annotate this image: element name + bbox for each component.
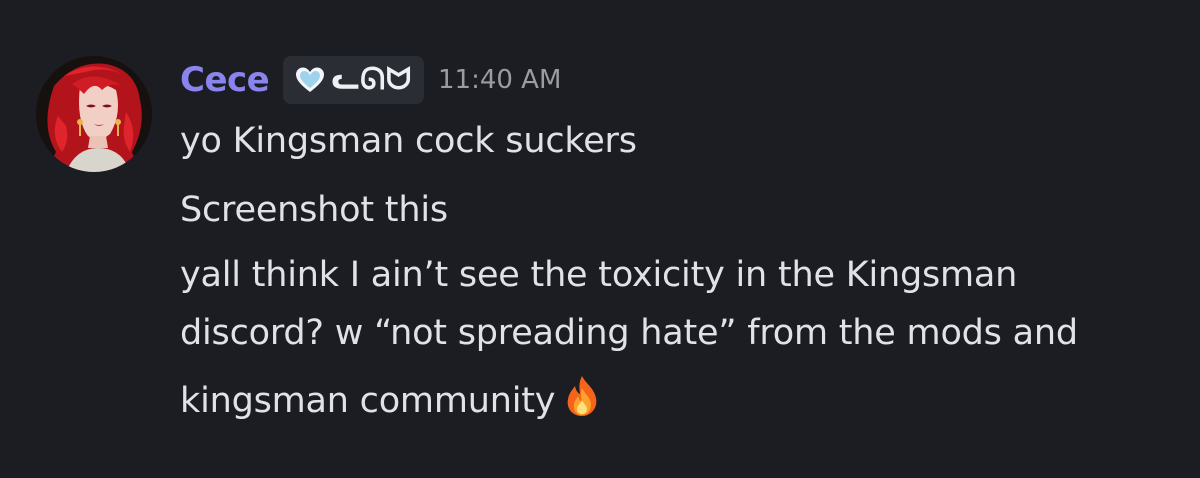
avatar-image (36, 56, 152, 172)
message-line-with-emoji: kingsman community (180, 374, 603, 425)
message-line: yall think I ain’t see the toxicity in t… (180, 255, 1018, 295)
tag-text: ᓚᘏᗢ (331, 62, 412, 97)
timestamp[interactable]: 11:40 AM (438, 67, 561, 93)
fire-emoji-icon (561, 374, 603, 425)
message-text: kingsman community (180, 381, 556, 421)
chat-message: Cece ᓚᘏᗢ 11:40 AM yo Kingsman cock sucke… (0, 0, 1200, 478)
message-line: discord? w “not spreading hate” from the… (180, 313, 1078, 353)
light-blue-heart-icon (295, 66, 325, 94)
message-line: Screenshot this (180, 190, 448, 230)
message-header: Cece ᓚᘏᗢ 11:40 AM (180, 55, 561, 105)
avatar[interactable] (36, 56, 152, 172)
username[interactable]: Cece (180, 63, 270, 97)
server-tag[interactable]: ᓚᘏᗢ (283, 56, 424, 104)
message-line: yo Kingsman cock suckers (180, 121, 637, 161)
